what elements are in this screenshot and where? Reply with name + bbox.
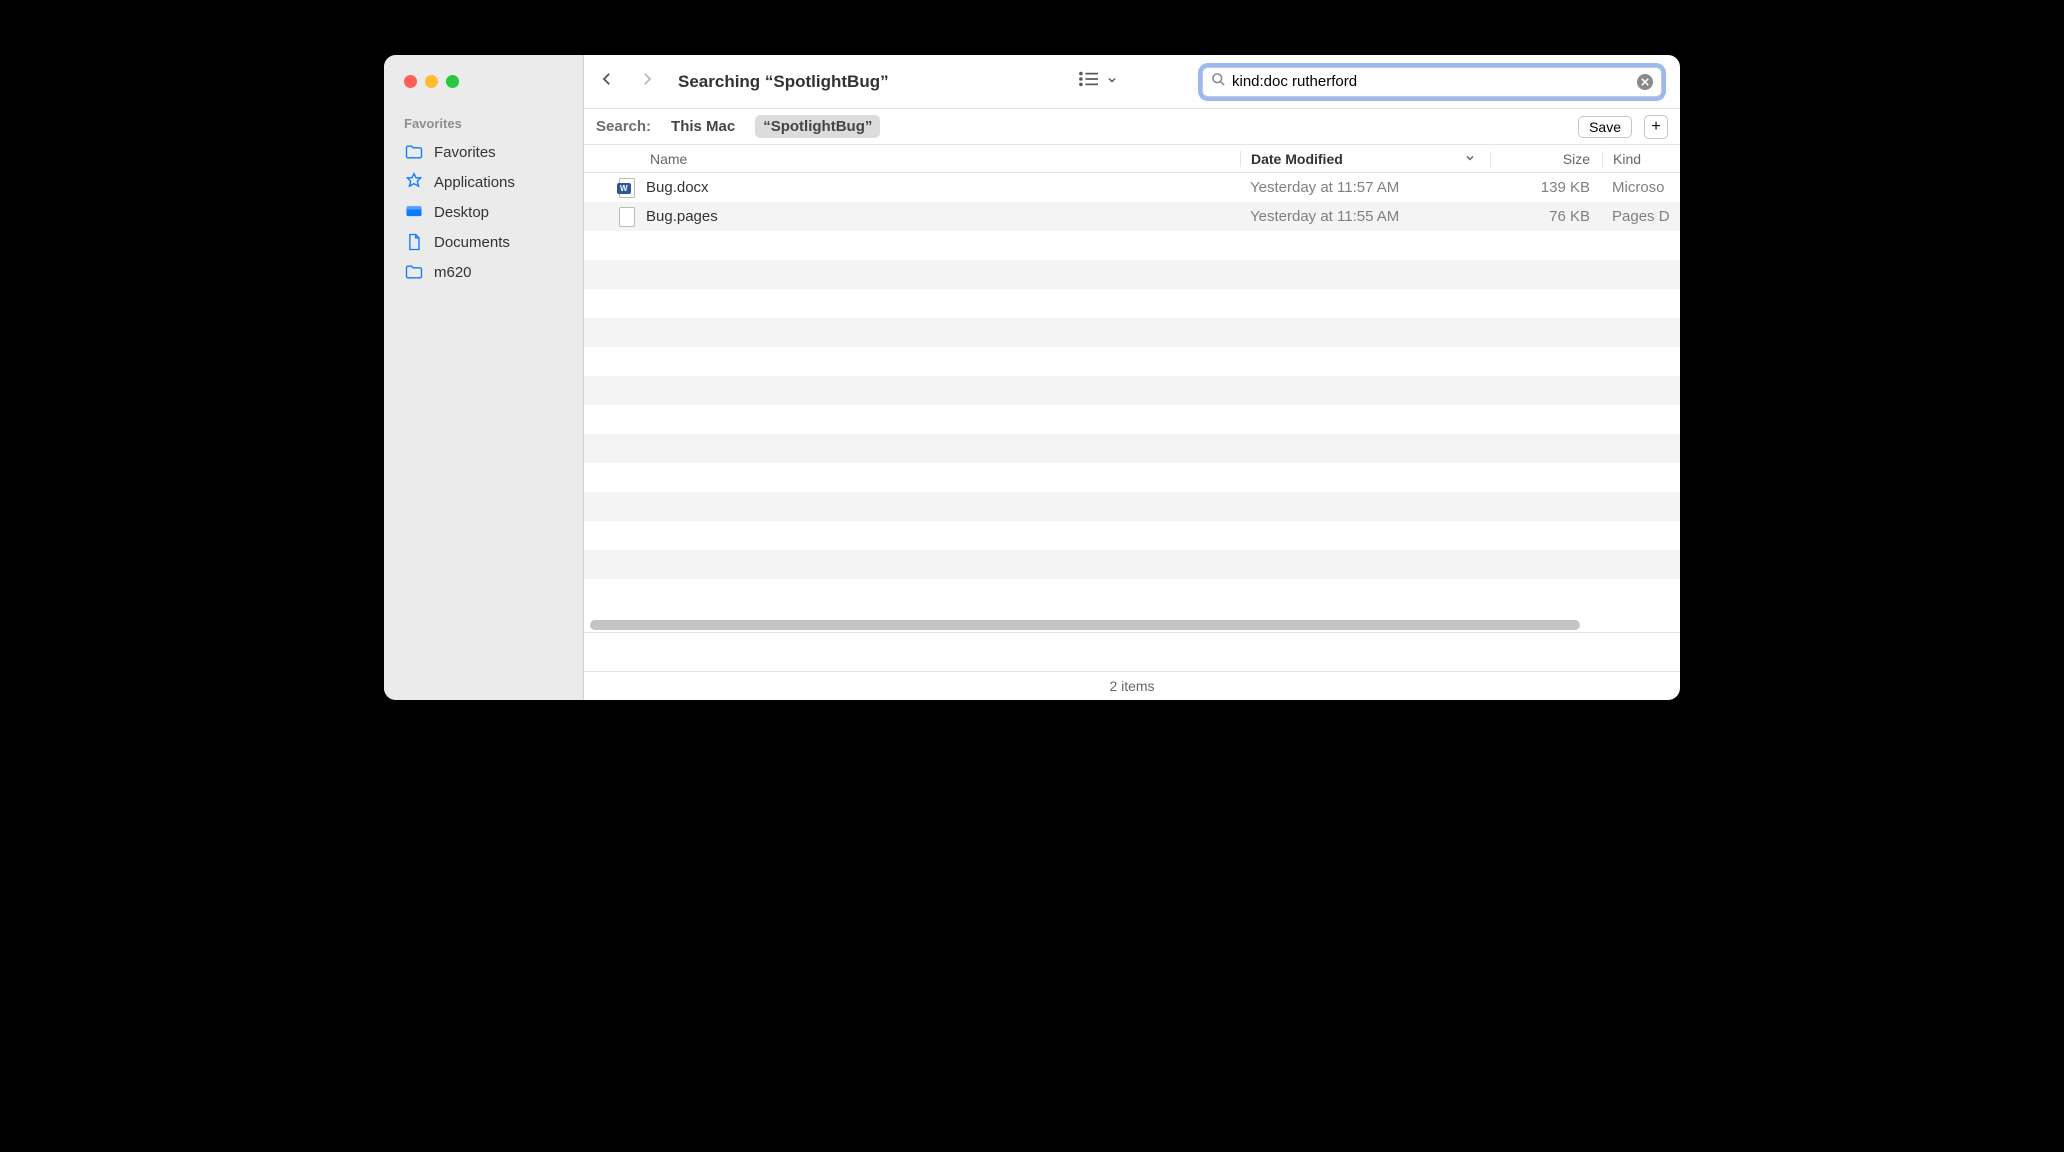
- desktop-icon: [404, 202, 424, 222]
- clear-search-button[interactable]: [1637, 74, 1653, 90]
- scope-current-folder[interactable]: “SpotlightBug”: [755, 115, 880, 138]
- finder-window: Favorites Favorites Applications Desktop…: [384, 55, 1680, 700]
- sidebar: Favorites Favorites Applications Desktop…: [384, 55, 584, 700]
- empty-row: [584, 550, 1680, 579]
- column-name[interactable]: Name: [584, 151, 1240, 167]
- sidebar-item-label: Documents: [434, 234, 510, 251]
- close-button[interactable]: [404, 75, 417, 88]
- scope-label: Search:: [596, 118, 651, 135]
- search-scope-bar: Search: This Mac “SpotlightBug” Save +: [584, 109, 1680, 145]
- view-options-button[interactable]: [1078, 70, 1118, 93]
- sidebar-item-label: m620: [434, 264, 472, 281]
- file-date: Yesterday at 11:55 AM: [1240, 208, 1490, 225]
- empty-row: [584, 492, 1680, 521]
- folder-icon: [404, 262, 424, 282]
- forward-button[interactable]: [638, 70, 656, 93]
- file-size: 76 KB: [1490, 208, 1602, 225]
- empty-row: [584, 347, 1680, 376]
- file-size: 139 KB: [1490, 179, 1602, 196]
- minimize-button[interactable]: [425, 75, 438, 88]
- sidebar-item-favorites[interactable]: Favorites: [398, 137, 569, 167]
- main-area: Searching “SpotlightBug”: [584, 55, 1680, 700]
- window-title: Searching “SpotlightBug”: [678, 72, 889, 92]
- empty-row: [584, 289, 1680, 318]
- file-row[interactable]: Bug.pages Yesterday at 11:55 AM 76 KB Pa…: [584, 202, 1680, 231]
- path-bar: [584, 632, 1680, 672]
- file-date: Yesterday at 11:57 AM: [1240, 179, 1490, 196]
- column-date-label: Date Modified: [1251, 151, 1343, 167]
- search-icon: [1211, 72, 1226, 92]
- chevron-down-icon: [1106, 73, 1118, 91]
- sidebar-item-label: Favorites: [434, 144, 496, 161]
- search-input[interactable]: [1232, 73, 1637, 90]
- file-row[interactable]: Bug.docx Yesterday at 11:57 AM 139 KB Mi…: [584, 173, 1680, 202]
- empty-row: [584, 260, 1680, 289]
- app-icon: [404, 172, 424, 192]
- add-criteria-button[interactable]: +: [1644, 115, 1668, 139]
- pages-file-icon: [618, 206, 636, 228]
- sidebar-item-desktop[interactable]: Desktop: [398, 197, 569, 227]
- column-kind[interactable]: Kind: [1602, 151, 1680, 167]
- empty-row: [584, 521, 1680, 550]
- file-kind: Pages D: [1602, 208, 1680, 225]
- status-bar: 2 items: [584, 672, 1680, 700]
- list-view-icon: [1078, 70, 1100, 93]
- window-controls: [404, 75, 569, 88]
- empty-row: [584, 318, 1680, 347]
- column-size[interactable]: Size: [1490, 151, 1602, 167]
- zoom-button[interactable]: [446, 75, 459, 88]
- sidebar-item-applications[interactable]: Applications: [398, 167, 569, 197]
- sidebar-item-m620[interactable]: m620: [398, 257, 569, 287]
- empty-row: [584, 376, 1680, 405]
- column-date-modified[interactable]: Date Modified: [1240, 151, 1490, 167]
- sidebar-section-label: Favorites: [398, 116, 569, 131]
- docx-file-icon: [618, 177, 636, 199]
- search-field[interactable]: [1202, 67, 1662, 97]
- file-name: Bug.docx: [646, 179, 709, 196]
- file-kind: Microso: [1602, 179, 1680, 196]
- empty-row: [584, 231, 1680, 260]
- toolbar: Searching “SpotlightBug”: [584, 55, 1680, 109]
- file-name: Bug.pages: [646, 208, 718, 225]
- empty-row: [584, 463, 1680, 492]
- results-list: Bug.docx Yesterday at 11:57 AM 139 KB Mi…: [584, 173, 1680, 632]
- column-headers: Name Date Modified Size Kind: [584, 145, 1680, 173]
- document-icon: [404, 232, 424, 252]
- empty-row: [584, 434, 1680, 463]
- save-search-button[interactable]: Save: [1578, 116, 1632, 138]
- sidebar-item-documents[interactable]: Documents: [398, 227, 569, 257]
- horizontal-scrollbar[interactable]: [590, 620, 1674, 632]
- folder-icon: [404, 142, 424, 162]
- empty-row: [584, 405, 1680, 434]
- scope-this-mac[interactable]: This Mac: [663, 115, 743, 138]
- sidebar-item-label: Applications: [434, 174, 515, 191]
- sort-indicator-icon: [1464, 151, 1476, 167]
- sidebar-item-label: Desktop: [434, 204, 489, 221]
- back-button[interactable]: [598, 70, 616, 93]
